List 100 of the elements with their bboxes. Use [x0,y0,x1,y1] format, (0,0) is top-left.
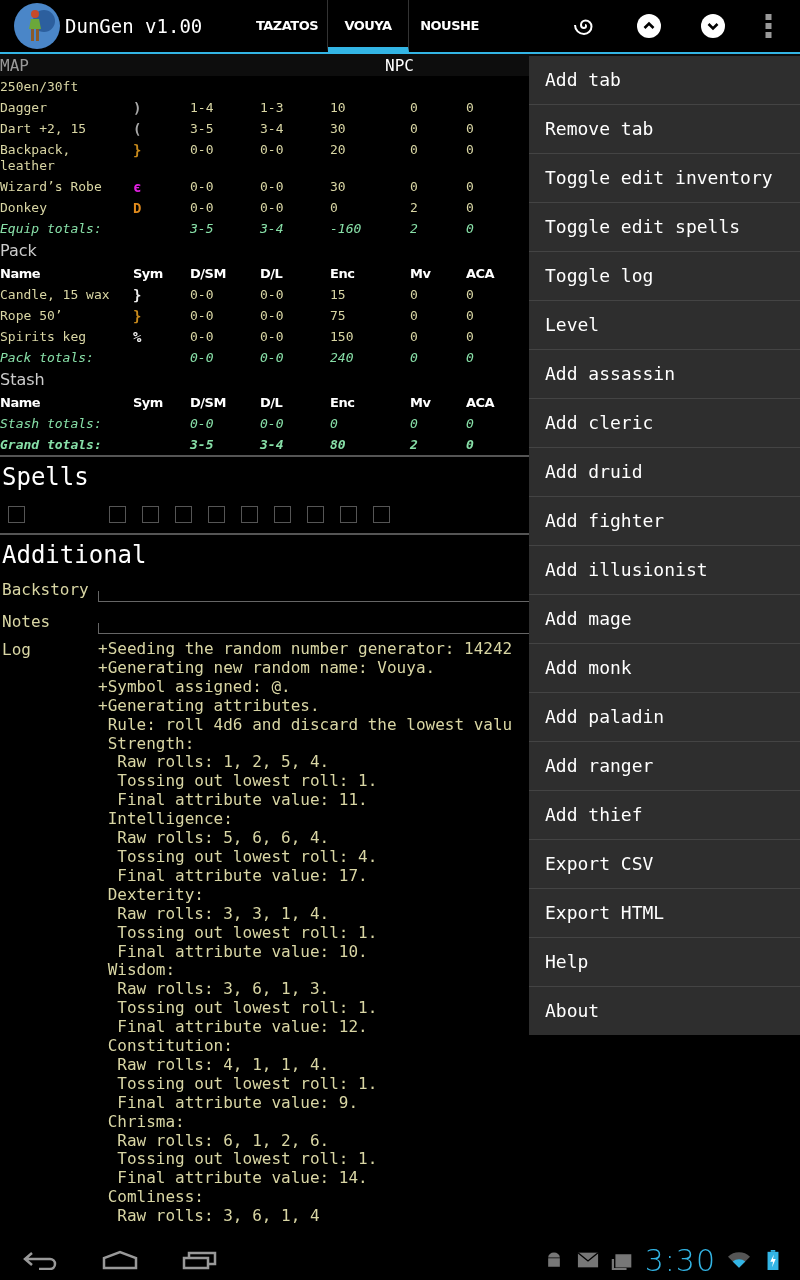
back-icon[interactable] [22,1250,58,1270]
table-cell-text: 0-0 [190,198,215,217]
menu-item[interactable]: Toggle log [529,252,800,301]
menu-item[interactable]: Add assassin [529,350,800,399]
menu-item[interactable]: Add tab [529,56,800,105]
total-cell-text: 3-4 [260,435,285,454]
log-line: Tossing out lowest roll: 1. [116,999,379,1019]
table-cell-text: 0-0 [260,140,285,159]
table-cell-text: 1-3 [260,98,285,117]
table-cell-text: 0-0 [260,285,285,304]
menu-item[interactable]: Add illusionist [529,546,800,595]
table-cell-text: 10 [330,98,347,117]
menu-item[interactable]: Add cleric [529,399,800,448]
additional-title: Additional [1,540,147,571]
log-line: Tossing out lowest roll: 4. [116,847,379,867]
item-symbol: є [133,177,142,197]
menu-item[interactable]: Add ranger [529,742,800,791]
menu-item[interactable]: Remove tab [529,105,800,154]
menu-item[interactable]: Export CSV [529,840,800,889]
menu-item[interactable]: About [529,987,800,1035]
table-cell-text: 0-0 [190,327,215,346]
item-name: Backpack, leather [0,140,72,175]
column-header: Sym [133,393,164,412]
table-cell-text: 0 [466,140,475,159]
map-label[interactable]: MAP [0,55,385,75]
item-name: 250en/30ft [0,77,80,96]
spell-checkbox[interactable] [241,505,258,523]
table-cell-text: 0 [466,285,475,304]
character-tab[interactable]: NOUSHE [409,0,490,52]
table-cell-text: 0-0 [190,285,215,304]
log-line: Intelligence: [106,810,234,830]
table-cell-text: 0 [410,327,419,346]
log-line: Raw rolls: 6, 1, 2, 6. [116,1131,331,1151]
table-cell-text: 150 [330,327,355,346]
item-name: Dagger [0,98,48,117]
table-cell-text: 0 [466,119,475,138]
spell-checkbox[interactable] [274,505,291,523]
spell-checkbox[interactable] [175,505,192,523]
spell-checkbox[interactable] [142,505,159,523]
item-symbol: } [133,140,142,160]
column-header: Mv [410,264,432,283]
spell-checkbox[interactable] [373,505,390,523]
menu-item[interactable]: Add monk [529,644,800,693]
table-cell-text: 75 [330,306,347,325]
grand-totals-label: Grand totals: [0,435,103,454]
item-symbol: ( [133,119,142,139]
item-name: Wizard’s Robe [0,177,103,196]
menu-item[interactable]: Help [529,938,800,987]
log-line: Comliness: [106,1188,205,1208]
menu-item[interactable]: Add thief [529,791,800,840]
menu-item[interactable]: Add paladin [529,693,800,742]
spells-title: Spells [1,462,89,493]
table-cell-text: 0 [466,306,475,325]
scroll-down-icon[interactable] [701,14,725,38]
table-cell-text: 15 [330,285,347,304]
total-cell-text: 0 [466,219,475,238]
log-line: +Generating new random name: Vouya. [98,658,437,678]
column-header: D/SM [190,393,227,412]
home-icon[interactable] [102,1250,138,1270]
log-line: Final attribute value: 14. [116,1169,369,1189]
scroll-up-icon[interactable] [637,14,661,38]
column-header: Name [0,393,41,412]
log-label: Log [1,639,32,659]
menu-item[interactable]: Add druid [529,448,800,497]
item-symbol: ) [133,98,142,118]
table-cell-text: 0 [466,327,475,346]
table-cell-text: 0-0 [190,140,215,159]
spell-checkbox[interactable] [307,505,324,523]
logo-icon[interactable] [14,3,60,49]
wifi-icon [728,1250,750,1270]
menu-item[interactable]: Add fighter [529,497,800,546]
menu-item[interactable]: Export HTML [529,889,800,938]
overflow-menu-icon[interactable] [765,14,772,38]
column-header: Sym [133,264,164,283]
table-cell-text: 0 [410,177,419,196]
clock: 3:30 [644,1242,716,1278]
log-line: Final attribute value: 11. [116,791,369,811]
character-tab[interactable]: TAZATOS [247,0,328,52]
column-header: D/SM [190,264,227,283]
table-cell-text: 30 [330,177,347,196]
spell-checkbox[interactable] [208,505,225,523]
totals-label: Pack totals: [0,348,95,367]
table-cell-text: 3-4 [260,119,285,138]
table-cell-text: 0-0 [260,177,285,196]
item-symbol: } [133,306,142,326]
table-cell-text: 20 [330,140,347,159]
table-cell-text: 0-0 [260,327,285,346]
log-line: Rule: roll 4d6 and discard the lowest valu [106,715,513,735]
column-header: ACA [466,393,496,412]
spell-checkbox[interactable] [109,505,126,523]
menu-item[interactable]: Toggle edit inventory [529,154,800,203]
menu-item[interactable]: Toggle edit spells [529,203,800,252]
totals-label: Stash totals: [0,414,103,433]
recent-apps-icon[interactable] [182,1250,218,1270]
total-cell-text: 0 [330,414,339,433]
spell-checkbox[interactable] [8,505,25,523]
menu-item[interactable]: Level [529,301,800,350]
column-header: ACA [466,264,496,283]
menu-item[interactable]: Add mage [529,595,800,644]
spell-checkbox[interactable] [340,505,357,523]
